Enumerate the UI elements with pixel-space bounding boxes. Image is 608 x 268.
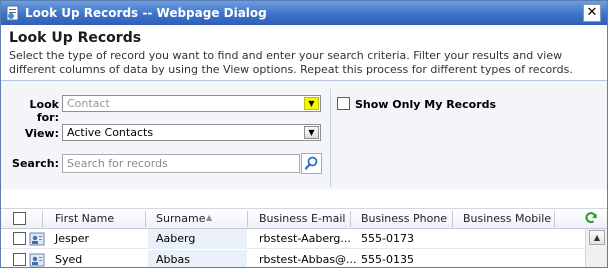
search-input[interactable]: Search for records [62,154,300,173]
view-value: Active Contacts [67,126,154,139]
scroll-up-button[interactable]: ▲ [589,230,605,245]
chevron-up-icon: ▲ [593,233,601,242]
row-checkbox[interactable] [13,253,26,266]
view-label: View: [24,127,59,140]
vertical-scrollbar[interactable]: ▲ [585,229,607,267]
view-select[interactable]: Active Contacts ▼ [62,124,321,141]
cell-surname: Abbas [156,253,190,266]
cell-business-phone: 555-0135 [361,253,414,266]
column-header-first-name[interactable]: First Name [55,212,114,225]
row-checkbox[interactable] [13,232,26,245]
show-only-my-records-label: Show Only My Records [355,98,497,111]
dialog-heading: Look Up Records [9,30,142,46]
search-placeholder: Search for records [67,157,168,170]
search-button[interactable] [301,153,322,174]
sort-ascending-icon: ▲ [206,213,213,222]
cell-first-name[interactable]: Jesper [55,232,89,245]
column-divider [145,211,146,227]
chevron-down-icon[interactable]: ▼ [304,126,319,139]
column-divider [350,211,351,227]
close-button[interactable]: ✕ [583,4,601,22]
column-header-business-phone[interactable]: Business Phone [361,212,447,225]
cell-first-name[interactable]: Syed [55,253,82,266]
show-only-my-records-checkbox[interactable] [337,97,350,110]
cell-business-email: rbstest-Aaberg... [259,232,351,245]
contact-card-icon [29,232,45,246]
column-divider [452,211,453,227]
column-header-business-email[interactable]: Business E-mail [259,212,346,225]
select-all-checkbox[interactable] [13,212,26,225]
lookup-dialog-window: Look Up Records -- Webpage Dialog ✕ Look… [0,0,608,268]
cell-business-email: rbstest-Abbas@... [259,253,357,266]
title-bar: Look Up Records -- Webpage Dialog ✕ [1,1,607,25]
look-for-select[interactable]: Contact ▼ [62,95,321,112]
search-label: Search: [12,157,59,170]
table-row[interactable]: Syed Abbas rbstest-Abbas@... 555-0135 [1,250,585,267]
dialog-header: Look Up Records Select the type of recor… [1,25,607,80]
column-divider [247,211,248,227]
look-for-value: Contact [67,97,110,110]
refresh-icon[interactable] [584,211,598,225]
contact-card-icon [29,253,45,267]
look-for-label: Look for: [29,98,59,124]
dialog-description: Select the type of record you want to fi… [9,49,573,76]
cell-surname: Aaberg [156,232,196,245]
ie-page-icon [6,5,19,21]
chevron-down-icon[interactable]: ▼ [304,97,319,110]
cell-business-phone: 555-0173 [361,232,414,245]
column-header-business-mobile[interactable]: Business Mobile [463,212,551,225]
form-divider [330,89,331,187]
grid-spacer [1,189,607,208]
column-divider [554,211,555,227]
grid-header: First Name Surname ▲ Business E-mail Bus… [1,208,607,229]
window-title: Look Up Records -- Webpage Dialog [25,6,267,20]
table-row[interactable]: Jesper Aaberg rbstest-Aaberg... 555-0173 [1,229,585,249]
column-divider [42,211,43,227]
close-icon: ✕ [586,5,598,20]
search-icon [304,156,318,170]
column-header-surname[interactable]: Surname [156,212,205,225]
